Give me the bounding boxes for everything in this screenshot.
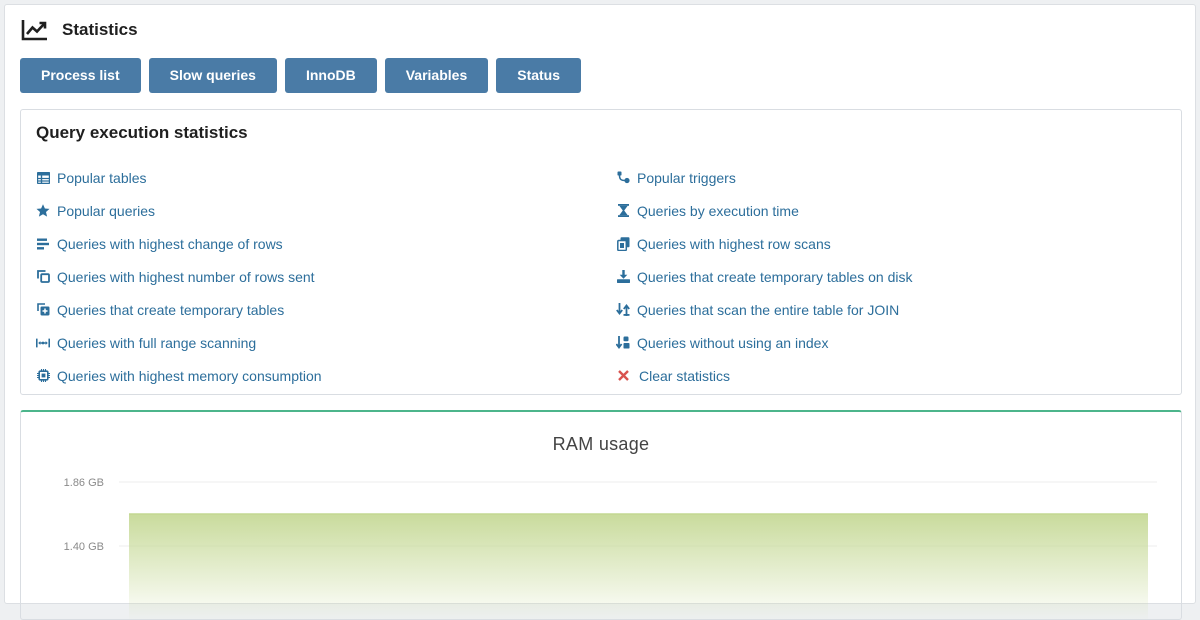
tab-label: Process list xyxy=(41,67,120,83)
bezier-icon xyxy=(616,171,630,185)
range-icon xyxy=(36,336,50,350)
tab-label: Variables xyxy=(405,67,468,83)
tab-label: Status xyxy=(517,67,561,83)
tab-variables[interactable]: Variables xyxy=(384,58,489,93)
ram-usage-chart: 1.86 GB 1.40 GB xyxy=(64,477,1157,619)
link-label: Queries by execution time xyxy=(637,202,799,219)
tab-process-list[interactable]: Process list xyxy=(20,58,141,93)
link-label: Queries without using an index xyxy=(637,334,829,351)
link-create-temp-tables[interactable]: Queries that create temporary tables xyxy=(36,293,322,326)
panel-title: Query execution statistics xyxy=(36,123,248,142)
bars-icon xyxy=(36,237,50,251)
link-clear-statistics[interactable]: Clear statistics xyxy=(616,359,912,392)
tab-bar: Process list Slow queries InnoDB Variabl… xyxy=(20,58,589,93)
link-full-range-scanning[interactable]: Queries with full range scanning xyxy=(36,326,322,359)
table-icon xyxy=(36,171,50,185)
link-highest-change-rows[interactable]: Queries with highest change of rows xyxy=(36,227,322,260)
link-label: Popular queries xyxy=(57,202,156,219)
link-scan-entire-table-join[interactable]: Queries that scan the entire table for J… xyxy=(616,293,912,326)
link-label: Popular tables xyxy=(57,169,147,186)
link-label: Queries with highest memory consumption xyxy=(57,367,322,384)
sort-arrows-icon xyxy=(616,303,630,317)
link-label: Queries that scan the entire table for J… xyxy=(637,301,900,318)
link-label: Popular triggers xyxy=(637,169,736,186)
link-highest-rows-sent[interactable]: Queries with highest number of rows sent xyxy=(36,260,322,293)
y-tick-label: 1.86 GB xyxy=(64,477,104,489)
tab-label: Slow queries xyxy=(169,67,256,83)
tab-innodb[interactable]: InnoDB xyxy=(284,58,377,93)
link-popular-tables[interactable]: Popular tables xyxy=(36,161,322,194)
statistics-window: Statistics Process list Slow queries Inn… xyxy=(4,4,1196,620)
sim-card-icon xyxy=(616,236,630,251)
link-label: Queries with full range scanning xyxy=(57,334,257,351)
plus-square-icon xyxy=(36,303,50,317)
link-label: Queries with highest change of rows xyxy=(57,235,283,252)
star-icon xyxy=(36,204,50,218)
tab-status[interactable]: Status xyxy=(496,58,582,93)
query-stats-panel: Query execution statistics Popular table… xyxy=(20,109,1182,395)
line-chart-icon xyxy=(21,19,48,41)
link-label: Queries that create temporary tables xyxy=(57,301,285,318)
link-temp-tables-disk[interactable]: Queries that create temporary tables on … xyxy=(616,260,912,293)
tab-slow-queries[interactable]: Slow queries xyxy=(148,58,277,93)
link-label: Queries that create temporary tables on … xyxy=(637,268,913,285)
page-title: Statistics xyxy=(62,20,138,39)
tab-label: InnoDB xyxy=(305,67,356,83)
link-popular-queries[interactable]: Popular queries xyxy=(36,194,322,227)
link-label: Queries with highest number of rows sent xyxy=(57,268,315,285)
ram-usage-area xyxy=(129,514,1148,619)
download-icon xyxy=(616,270,630,284)
link-label: Clear statistics xyxy=(639,367,731,384)
link-execution-time[interactable]: Queries by execution time xyxy=(616,194,912,227)
link-highest-memory[interactable]: Queries with highest memory consumption xyxy=(36,359,322,392)
microchip-icon xyxy=(36,369,50,383)
close-icon xyxy=(616,369,630,383)
hourglass-icon xyxy=(616,204,630,218)
page-header: Statistics xyxy=(21,17,138,43)
link-highest-row-scans[interactable]: Queries with highest row scans xyxy=(616,227,912,260)
y-tick-label: 1.40 GB xyxy=(64,541,104,553)
right-link-column: Popular triggers Queries by execution ti… xyxy=(616,161,912,392)
clone-icon xyxy=(36,270,50,284)
link-popular-triggers[interactable]: Popular triggers xyxy=(616,161,912,194)
left-link-column: Popular tables Popular queries Queries w… xyxy=(36,161,322,392)
sort-amount-icon xyxy=(616,336,630,350)
link-without-index[interactable]: Queries without using an index xyxy=(616,326,912,359)
ram-usage-panel: RAM usage 1.86 GB 1.40 GB xyxy=(20,410,1182,620)
link-label: Queries with highest row scans xyxy=(637,235,831,252)
